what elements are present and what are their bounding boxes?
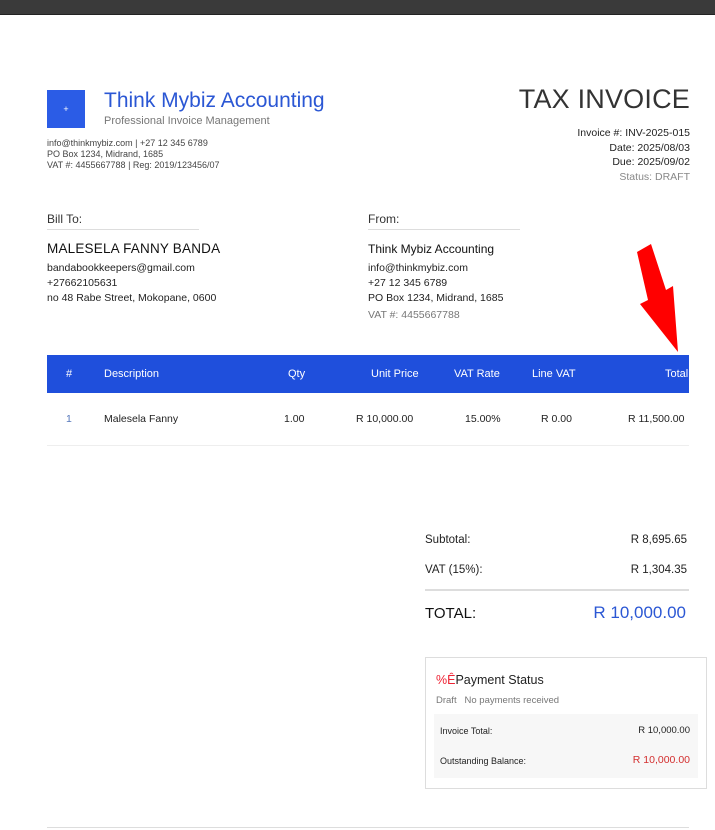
grand-total-label: TOTAL: bbox=[425, 605, 477, 622]
payment-status-title: %ÊPayment Status bbox=[436, 673, 544, 687]
row-qty: 1.00 bbox=[284, 413, 305, 425]
bill-to-name: MALESELA FANNY BANDA bbox=[47, 241, 221, 256]
outstanding-balance-label: Outstanding Balance: bbox=[440, 756, 527, 766]
bill-to-label: Bill To: bbox=[47, 212, 199, 230]
vat-label: VAT (15%): bbox=[425, 564, 483, 576]
contact-line: info@thinkmybiz.com | +27 12 345 6789 bbox=[47, 138, 208, 148]
document-title: TAX INVOICE bbox=[518, 84, 690, 114]
contact-line: VAT #: 4455667788 | Reg: 2019/123456/07 bbox=[47, 160, 220, 170]
outstanding-balance-value: R 10,000.00 bbox=[632, 754, 690, 766]
grand-total-value: R 10,000.00 bbox=[593, 603, 686, 622]
vat-value: R 1,304.35 bbox=[630, 564, 687, 576]
bill-to-phone: +27662105631 bbox=[47, 277, 118, 289]
window-top-bar bbox=[0, 0, 715, 14]
row-vat-rate: 15.00% bbox=[465, 413, 501, 425]
bill-to-email: bandabookkeepers@gmail.com bbox=[47, 262, 195, 274]
table-row: 1 Malesela Fanny 1.00 R 10,000.00 15.00%… bbox=[47, 393, 689, 446]
col-number-header: # bbox=[66, 368, 73, 380]
red-arrow-annotation bbox=[637, 244, 678, 352]
top-bar-divider bbox=[0, 14, 715, 15]
col-qty-header: Qty bbox=[288, 368, 306, 380]
row-number: 1 bbox=[66, 413, 72, 425]
invoice-due-date: Due: 2025/09/02 bbox=[612, 156, 690, 168]
company-tagline: Professional Invoice Management bbox=[104, 115, 270, 127]
col-description-header: Description bbox=[104, 368, 160, 380]
row-description: Malesela Fanny bbox=[104, 413, 179, 425]
col-vat-rate-header: VAT Rate bbox=[454, 368, 500, 380]
from-label: From: bbox=[368, 212, 520, 230]
footer-divider bbox=[47, 827, 689, 828]
from-email: info@thinkmybiz.com bbox=[368, 262, 468, 274]
from-name: Think Mybiz Accounting bbox=[368, 242, 495, 256]
arrow-shape bbox=[637, 244, 678, 352]
company-logo: + bbox=[47, 90, 85, 128]
subtotal-value: R 8,695.65 bbox=[630, 534, 687, 546]
payment-status-heading: Payment Status bbox=[455, 673, 544, 687]
contact-line: PO Box 1234, Midrand, 1685 bbox=[47, 149, 164, 159]
totals-divider bbox=[425, 589, 689, 591]
row-line-vat: R 0.00 bbox=[541, 413, 572, 425]
company-name: Think Mybiz Accounting bbox=[104, 89, 325, 112]
payment-status-icon: %Ê bbox=[436, 673, 456, 687]
col-line-vat-header: Line VAT bbox=[532, 368, 576, 380]
from-details: info@thinkmybiz.com +27 12 345 6789 PO B… bbox=[368, 261, 503, 323]
invoice-status: Status: DRAFT bbox=[619, 170, 690, 183]
payment-state: Draft bbox=[436, 695, 457, 706]
invoice-date: Date: 2025/08/03 bbox=[609, 141, 690, 154]
invoice-total-label: Invoice Total: bbox=[440, 726, 493, 736]
invoice-total-value: R 10,000.00 bbox=[638, 725, 690, 736]
row-unit-price: R 10,000.00 bbox=[356, 413, 414, 425]
payment-summary: Invoice Total: R 10,000.00 Outstanding B… bbox=[434, 714, 698, 778]
bill-to-details: bandabookkeepers@gmail.com +27662105631 … bbox=[47, 261, 216, 306]
payment-note: No payments received bbox=[464, 695, 560, 706]
subtotal-label: Subtotal: bbox=[425, 534, 471, 546]
from-address: PO Box 1234, Midrand, 1685 bbox=[368, 292, 504, 304]
from-phone: +27 12 345 6789 bbox=[368, 277, 448, 289]
invoice-meta: Invoice #: INV-2025-015 Date: 2025/08/03… bbox=[577, 126, 690, 184]
payment-status-subtitle: Draft No payments received bbox=[436, 695, 559, 706]
invoice-number: Invoice #: INV-2025-015 bbox=[577, 127, 690, 139]
row-total: R 11,500.00 bbox=[628, 413, 685, 425]
col-total-header: Total bbox=[665, 368, 689, 380]
company-contact: info@thinkmybiz.com | +27 12 345 6789 PO… bbox=[47, 138, 219, 171]
bill-to-address: no 48 Rabe Street, Mokopane, 0600 bbox=[47, 292, 217, 304]
payment-status-card: %ÊPayment Status Draft No payments recei… bbox=[425, 657, 707, 789]
items-table-header: # Description Qty Unit Price VAT Rate Li… bbox=[47, 355, 689, 393]
logo-glyph: + bbox=[63, 104, 69, 114]
col-unit-price-header: Unit Price bbox=[371, 368, 419, 380]
from-vat: VAT #: 4455667788 bbox=[368, 309, 460, 321]
